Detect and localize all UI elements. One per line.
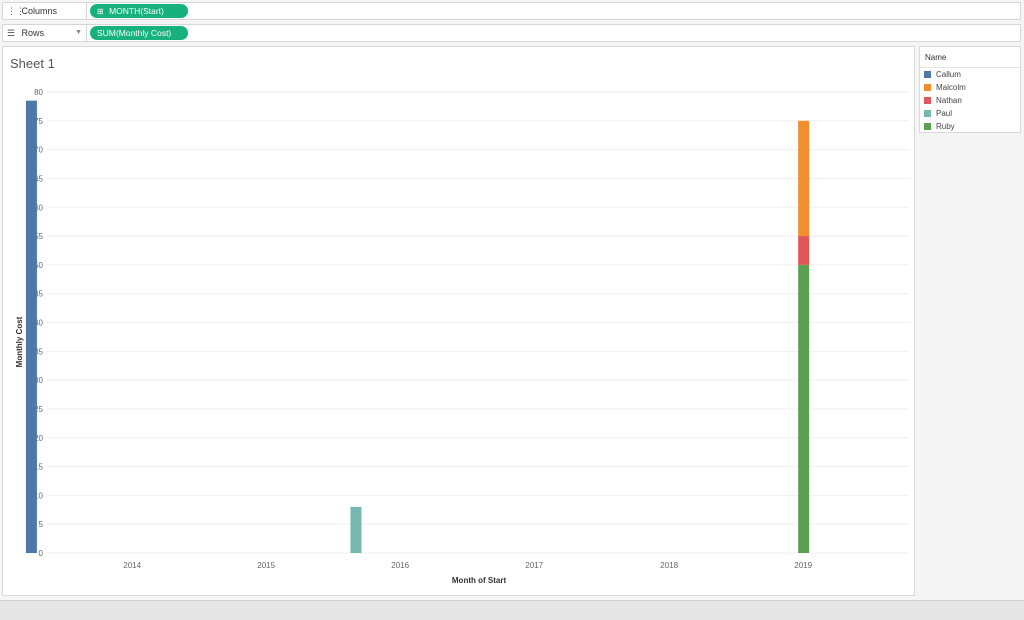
columns-shelf-label: ⋮⋮ Columns bbox=[3, 3, 87, 19]
gridlines bbox=[47, 91, 909, 554]
x-tick-label: 2014 bbox=[123, 561, 141, 570]
columns-shelf[interactable]: ⋮⋮ Columns ⊞ MONTH(Start) bbox=[2, 2, 1021, 20]
chevron-down-icon[interactable]: ▼ bbox=[75, 25, 82, 41]
y-tick-label: 5 bbox=[39, 520, 44, 529]
legend-label: Ruby bbox=[936, 122, 955, 131]
bar-chart: 05101520253035404550556065707580 2014 201… bbox=[15, 88, 909, 585]
rows-label-text: Rows bbox=[21, 28, 45, 38]
rows-shelf[interactable]: ☰ Rows ▼ SUM(Monthly Cost) bbox=[2, 24, 1021, 42]
legend-label: Callum bbox=[936, 70, 961, 79]
x-tick-label: 2016 bbox=[391, 561, 409, 570]
columns-pill[interactable]: ⊞ MONTH(Start) bbox=[90, 4, 188, 18]
columns-pill-text: MONTH(Start) bbox=[109, 6, 164, 16]
rows-shelf-label: ☰ Rows ▼ bbox=[3, 25, 87, 41]
rows-pill-text: SUM(Monthly Cost) bbox=[97, 28, 172, 38]
bar-segment-nathan[interactable] bbox=[798, 236, 810, 265]
status-bar bbox=[0, 600, 1024, 620]
legend-swatch bbox=[924, 97, 931, 104]
y-tick-label: 80 bbox=[34, 88, 43, 97]
legend-label: Malcolm bbox=[936, 83, 966, 92]
legend-label: Nathan bbox=[936, 96, 962, 105]
legend-swatch bbox=[924, 110, 931, 117]
columns-icon: ⋮⋮ bbox=[7, 6, 25, 16]
legend-item-paul[interactable]: Paul bbox=[920, 107, 1020, 120]
legend-item-ruby[interactable]: Ruby bbox=[920, 120, 1020, 133]
plus-box-icon: ⊞ bbox=[97, 7, 104, 16]
rows-pill[interactable]: SUM(Monthly Cost) bbox=[90, 26, 188, 40]
legend-swatch bbox=[924, 123, 931, 130]
x-tick-label: 2017 bbox=[525, 561, 543, 570]
bar-segment-callum[interactable] bbox=[25, 100, 37, 554]
x-tick-label: 2018 bbox=[660, 561, 678, 570]
bar-segment-paul[interactable] bbox=[350, 506, 362, 553]
y-tick-label: 0 bbox=[39, 549, 44, 558]
legend-swatch bbox=[924, 84, 931, 91]
legend-items: Callum Malcolm Nathan Paul Ruby bbox=[920, 68, 1020, 133]
x-axis-ticks: 2014 2015 2016 2017 2018 2019 bbox=[123, 561, 812, 570]
y-axis-title: Monthly Cost bbox=[15, 316, 24, 367]
color-legend: Name Callum Malcolm Nathan Paul Ruby bbox=[919, 46, 1021, 133]
bar-segment-malcolm[interactable] bbox=[798, 120, 810, 237]
rows-icon: ☰ bbox=[7, 28, 16, 38]
bar-segment-ruby[interactable] bbox=[798, 264, 810, 553]
sheet-view: Sheet 1 0 5 10 15 20 25 30 35 40 45 50 55 60 65 70 75 80… bbox=[2, 46, 915, 596]
legend-title: Name bbox=[920, 47, 1020, 68]
x-tick-label: 2015 bbox=[257, 561, 275, 570]
legend-label: Paul bbox=[936, 109, 953, 118]
x-tick-label: 2019 bbox=[794, 561, 812, 570]
legend-item-callum[interactable]: Callum bbox=[920, 68, 1020, 81]
legend-swatch bbox=[924, 71, 931, 78]
legend-item-nathan[interactable]: Nathan bbox=[920, 94, 1020, 107]
columns-label-text: Columns bbox=[21, 6, 58, 16]
x-axis-title: Month of Start bbox=[452, 576, 507, 585]
bars bbox=[25, 100, 810, 554]
legend-item-malcolm[interactable]: Malcolm bbox=[920, 81, 1020, 94]
